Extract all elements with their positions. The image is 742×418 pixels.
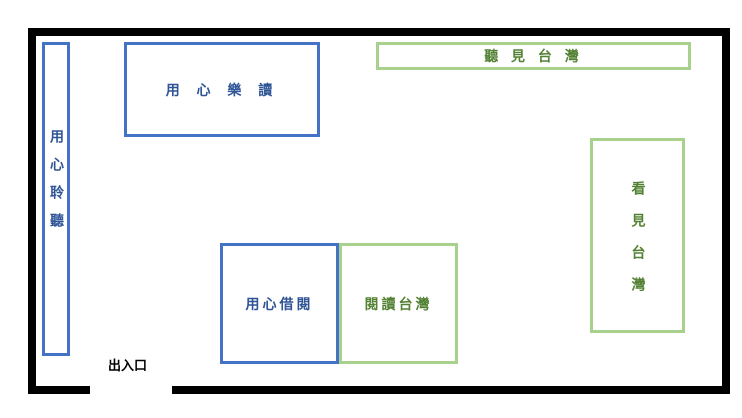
wall-bottom-left	[28, 386, 90, 394]
zone-happy-reading: 用 心 樂 讀	[124, 42, 320, 137]
zone-hear-taiwan: 聽 見 台 灣	[376, 42, 691, 70]
zone-hear-taiwan-label: 聽 見 台 灣	[484, 49, 583, 65]
zone-read-taiwan-label: 閱讀台灣	[364, 296, 433, 313]
zone-listen-with-heart-label: 用心聆聽	[48, 129, 64, 241]
zone-read-taiwan: 閱讀台灣	[339, 243, 458, 364]
wall-right	[722, 28, 730, 394]
entrance-label: 出入口	[108, 359, 148, 374]
zone-borrowing: 用心借閱	[220, 243, 339, 364]
floor-plan: 用心聆聽 用 心 樂 讀 聽 見 台 灣 看見台灣 用心借閱 閱讀台灣 出入口	[0, 0, 742, 418]
wall-bottom-right	[172, 386, 730, 394]
zone-listen-with-heart: 用心聆聽	[42, 42, 70, 356]
wall-left	[28, 28, 36, 394]
zone-see-taiwan-label: 看見台灣	[629, 180, 646, 309]
zone-see-taiwan: 看見台灣	[590, 138, 685, 333]
zone-happy-reading-label: 用 心 樂 讀	[165, 82, 279, 99]
wall-top	[28, 28, 730, 36]
zone-borrowing-label: 用心借閱	[245, 296, 314, 313]
